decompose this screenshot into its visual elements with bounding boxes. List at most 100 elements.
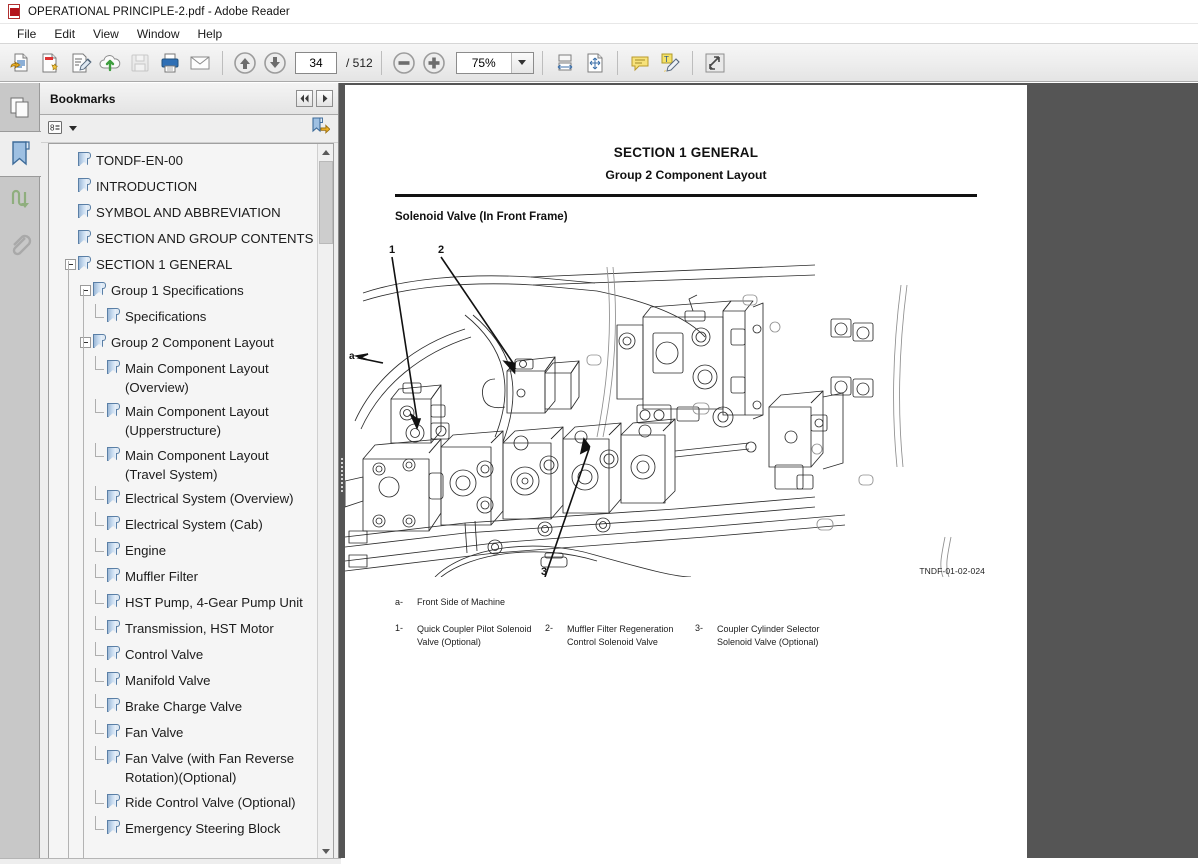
bookmark-tree-connector [95,356,105,370]
bookmark-item[interactable]: Control Valve [49,642,317,668]
next-page-icon[interactable] [261,48,289,78]
bookmark-collapse-toggle[interactable] [80,285,91,296]
bookmark-options-icon[interactable]: 8 [48,121,77,136]
document-viewer[interactable]: SECTION 1 GENERAL Group 2 Component Layo… [345,83,1198,864]
bookmark-item[interactable]: Main Component Layout (Travel System) [49,442,317,486]
bookmark-item[interactable]: Brake Charge Valve [49,694,317,720]
fullscreen-icon[interactable] [701,48,729,78]
bookmark-flag-icon [78,256,91,271]
new-bookmark-icon[interactable] [311,116,331,141]
bookmark-flag-icon [107,446,120,462]
bookmark-item[interactable]: Fan Valve [49,720,317,746]
expand-panel-icon[interactable] [316,90,333,107]
zoom-out-icon[interactable] [390,48,418,78]
menu-help[interactable]: Help [189,25,232,43]
create-pdf-icon[interactable] [36,48,64,78]
legend-item-1: 1- Quick Coupler Pilot Solenoid Valve (O… [395,623,545,649]
attachments-icon[interactable] [0,223,40,269]
bookmark-label: SECTION 1 GENERAL [96,257,233,272]
collapse-panel-icon[interactable] [296,90,313,107]
email-icon[interactable] [186,48,214,78]
signatures-icon[interactable] [0,177,40,223]
bookmark-item[interactable]: Emergency Steering Block [49,815,317,842]
bookmark-item[interactable]: Group 2 Component Layout [49,330,317,356]
bookmark-flag-icon [107,819,120,835]
legend-key-1: 1- [395,623,404,633]
menu-edit[interactable]: Edit [45,25,84,43]
scroll-up-arrow[interactable] [317,144,333,160]
open-recent-icon[interactable] [6,48,34,78]
bookmark-item[interactable]: Muffler Filter [49,564,317,590]
edit-pdf-icon[interactable] [66,48,94,78]
previous-page-icon[interactable] [231,48,259,78]
legend-text-a: Front Side of Machine [417,597,506,607]
legend-item-a: a- Front Side of Machine [395,597,1027,607]
splitter-grip [341,457,343,492]
legend-key-a: a- [395,597,404,607]
toolbar-separator-2 [380,50,382,75]
bookmark-item[interactable]: TONDF-EN-00 [49,148,317,174]
bookmark-label: Manifold Valve [125,673,211,689]
page-subtitle: Solenoid Valve (In Front Frame) [395,211,568,223]
legend-key-3: 3- [695,623,704,633]
bookmark-item[interactable]: SECTION AND GROUP CONTENTS [49,226,317,252]
technical-figure: 1 2 3 a TNDF-01-02-024 [345,237,1027,578]
highlight-text-icon[interactable]: T [656,48,684,78]
bottom-strip-right [341,858,1198,864]
bookmark-label: Engine [125,543,167,559]
upload-cloud-icon[interactable] [96,48,124,78]
bookmark-label: TONDF-EN-00 [96,153,183,168]
print-icon[interactable] [156,48,184,78]
page-thumbnails-icon[interactable] [0,85,40,131]
menu-file[interactable]: File [8,25,45,43]
bookmark-item[interactable]: Manifold Valve [49,668,317,694]
bookmarks-scrollbar[interactable] [317,144,333,859]
bookmark-item[interactable]: SECTION 1 GENERAL [49,252,317,278]
bookmark-tree-connector [95,304,105,318]
bookmark-item[interactable]: Main Component Layout (Upperstructure) [49,399,317,442]
bookmark-label: Main Component Layout (Travel System) [125,447,269,482]
page-header-group: Group 2 Component Layout [605,168,767,182]
pdf-document-icon [6,3,22,20]
bookmark-tree-connector [95,399,105,414]
bookmarks-icon[interactable] [0,131,41,177]
bookmark-flag-icon [107,360,120,375]
bookmark-item[interactable]: Specifications [49,304,317,330]
menu-view[interactable]: View [84,25,128,43]
bookmark-item[interactable]: SYMBOL AND ABBREVIATION [49,200,317,226]
bookmark-flag-icon [78,230,91,245]
bookmark-label: Electrical System (Cab) [125,517,263,533]
fit-page-icon[interactable] [581,48,609,78]
bookmark-item[interactable]: Electrical System (Cab) [49,512,317,538]
bookmark-flag-icon [107,620,120,635]
zoom-dropdown-arrow[interactable] [510,52,533,73]
bookmark-tree-connector [95,642,105,657]
bookmark-item[interactable]: Transmission, HST Motor [49,616,317,642]
bookmark-item[interactable]: Ride Control Valve (Optional) [49,789,317,816]
bookmark-collapse-toggle[interactable] [65,259,76,270]
page-number-input[interactable]: 34 [295,51,337,74]
bookmark-tree-connector [95,564,105,579]
tree-guide-line [83,289,84,859]
fit-width-icon[interactable] [551,48,579,78]
bookmark-item[interactable]: Engine [49,538,317,564]
menu-window[interactable]: Window [128,25,189,43]
scroll-down-arrow[interactable] [317,843,333,859]
bookmarks-tree[interactable]: TONDF-EN-00 INTRODUCTION SYMBOL AND ABBREV… [49,144,317,859]
zoom-level-combobox[interactable]: 75% [455,51,534,74]
bookmark-item[interactable]: HST Pump, 4-Gear Pump Unit [49,590,317,616]
bookmark-item[interactable]: Fan Valve (with Fan Reverse Rotation)(Op… [49,746,317,789]
bookmarks-toolbar: 8 [40,115,338,143]
bookmark-flag-icon [107,724,120,739]
bookmark-label: Control Valve [125,647,204,663]
bookmark-item[interactable]: INTRODUCTION [49,174,317,200]
bookmark-item[interactable]: Electrical System (Overview) [49,486,317,512]
zoom-in-icon[interactable] [420,48,448,78]
bookmark-item[interactable]: Main Component Layout (Overview) [49,356,317,399]
sticky-note-icon[interactable] [626,48,654,78]
bookmark-tree-connector [95,815,105,830]
bookmark-collapse-toggle[interactable] [80,337,91,348]
bookmark-item[interactable]: Group 1 Specifications [49,278,317,304]
bookmark-label: Transmission, HST Motor [125,621,274,637]
scrollbar-thumb[interactable] [319,161,333,244]
